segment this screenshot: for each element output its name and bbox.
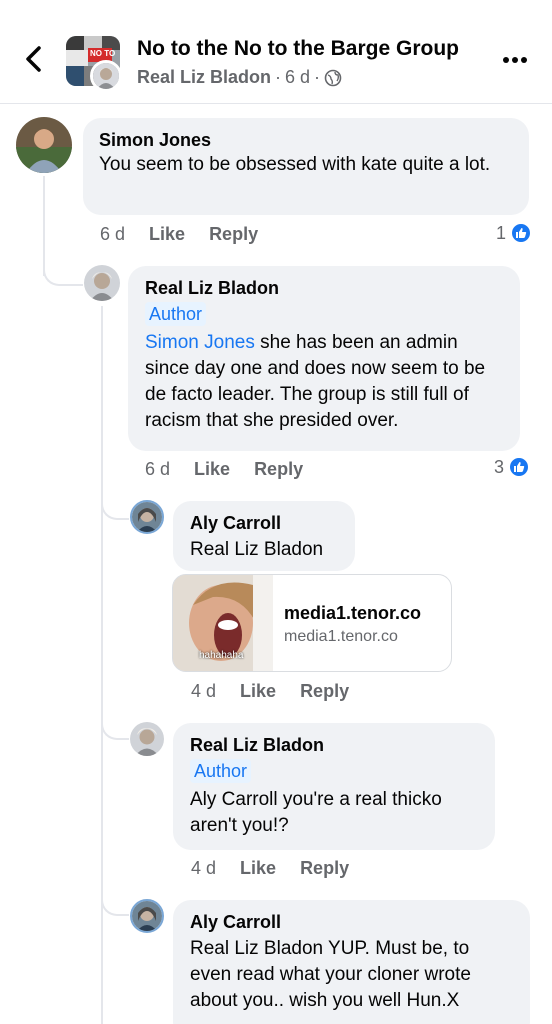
gif-thumbnail: hahahaha <box>173 575 273 671</box>
thread-connector <box>101 484 129 520</box>
reply-button[interactable]: Reply <box>300 681 349 702</box>
link-preview-card[interactable]: hahahaha media1.tenor.co media1.tenor.co <box>172 574 452 672</box>
reply-button[interactable]: Reply <box>300 858 349 879</box>
thread-connector <box>101 880 129 916</box>
more-dots-icon[interactable] <box>503 55 531 65</box>
commenter-name[interactable]: Real Liz Bladon <box>145 276 503 300</box>
comment-time[interactable]: 4 d <box>191 858 216 879</box>
comment-text: Aly Carroll you're a real thicko aren't … <box>190 789 442 836</box>
comment-text: Simon Jones she has been an admin since … <box>145 330 503 434</box>
thumbs-up-icon <box>510 222 533 244</box>
comment-actions: 6 d Like Reply <box>100 224 258 245</box>
thread-connector <box>43 250 83 286</box>
poster-avatar[interactable] <box>90 60 122 92</box>
like-button[interactable]: Like <box>194 459 230 480</box>
poster-name[interactable]: Real Liz Bladon <box>137 67 271 88</box>
reaction-summary[interactable]: 3 <box>494 456 531 478</box>
comment-actions: 4 d Like Reply <box>191 858 349 879</box>
comment-actions: 6 d Like Reply <box>145 459 303 480</box>
like-button[interactable]: Like <box>149 224 185 245</box>
comment-text: Real Liz Bladon YUP. Must be, to even re… <box>190 938 471 1011</box>
globe-icon <box>324 69 342 86</box>
commenter-name[interactable]: Aly Carroll <box>190 910 513 934</box>
commenter-name[interactable]: Simon Jones <box>99 128 513 152</box>
author-badge: Author <box>190 759 252 783</box>
reply-button[interactable]: Reply <box>209 224 258 245</box>
gif-caption: hahahaha <box>199 650 244 661</box>
comment-bubble: Aly Carroll Real Liz Bladon <box>173 501 355 571</box>
post-time[interactable]: 6 d <box>285 67 310 88</box>
avatar[interactable] <box>130 899 164 933</box>
link-title[interactable]: media1.tenor.co <box>284 603 421 624</box>
comment-time[interactable]: 6 d <box>100 224 125 245</box>
comment-text[interactable]: Real Liz Bladon <box>190 537 338 563</box>
avatar[interactable] <box>84 265 120 301</box>
like-button[interactable]: Like <box>240 858 276 879</box>
comment-text: You seem to be obsessed with kate quite … <box>99 154 491 175</box>
thread-line <box>101 306 103 1024</box>
commenter-name[interactable]: Aly Carroll <box>190 511 338 535</box>
post-meta: Real Liz Bladon · 6 d · <box>137 67 342 88</box>
meta-separator: · <box>275 67 282 87</box>
comment-bubble: Aly Carroll Real Liz Bladon YUP. Must be… <box>173 900 530 1024</box>
group-title[interactable]: No to the No to the Barge Group <box>137 37 459 61</box>
avatar[interactable] <box>16 117 72 173</box>
mention-link[interactable]: Simon Jones <box>145 332 255 353</box>
reply-button[interactable]: Reply <box>254 459 303 480</box>
comment-actions: 4 d Like Reply <box>191 681 349 702</box>
reaction-count: 3 <box>494 456 505 477</box>
reaction-count: 1 <box>496 222 507 243</box>
thumbs-up-icon <box>508 456 531 478</box>
comment-bubble: Simon Jones You seem to be obsessed with… <box>83 118 529 215</box>
avatar[interactable] <box>130 500 164 534</box>
group-badge-text: NO TO <box>90 49 116 58</box>
reaction-summary[interactable]: 1 <box>496 222 533 244</box>
comment-time[interactable]: 6 d <box>145 459 170 480</box>
comment-bubble: Real Liz Bladon Author Aly Carroll you'r… <box>173 723 495 850</box>
chevron-left-icon[interactable] <box>22 44 46 74</box>
like-button[interactable]: Like <box>240 681 276 702</box>
header: NO TO No to the No to the Barge Group Re… <box>0 0 552 104</box>
comment-bubble: Real Liz Bladon Author Simon Jones she h… <box>128 266 520 451</box>
avatar[interactable] <box>130 722 164 756</box>
comment-time[interactable]: 4 d <box>191 681 216 702</box>
meta-separator: · <box>314 67 321 87</box>
link-domain: media1.tenor.co <box>284 628 398 645</box>
commenter-name[interactable]: Real Liz Bladon <box>190 733 478 757</box>
author-badge: Author <box>145 302 207 326</box>
thread-connector <box>101 700 129 740</box>
